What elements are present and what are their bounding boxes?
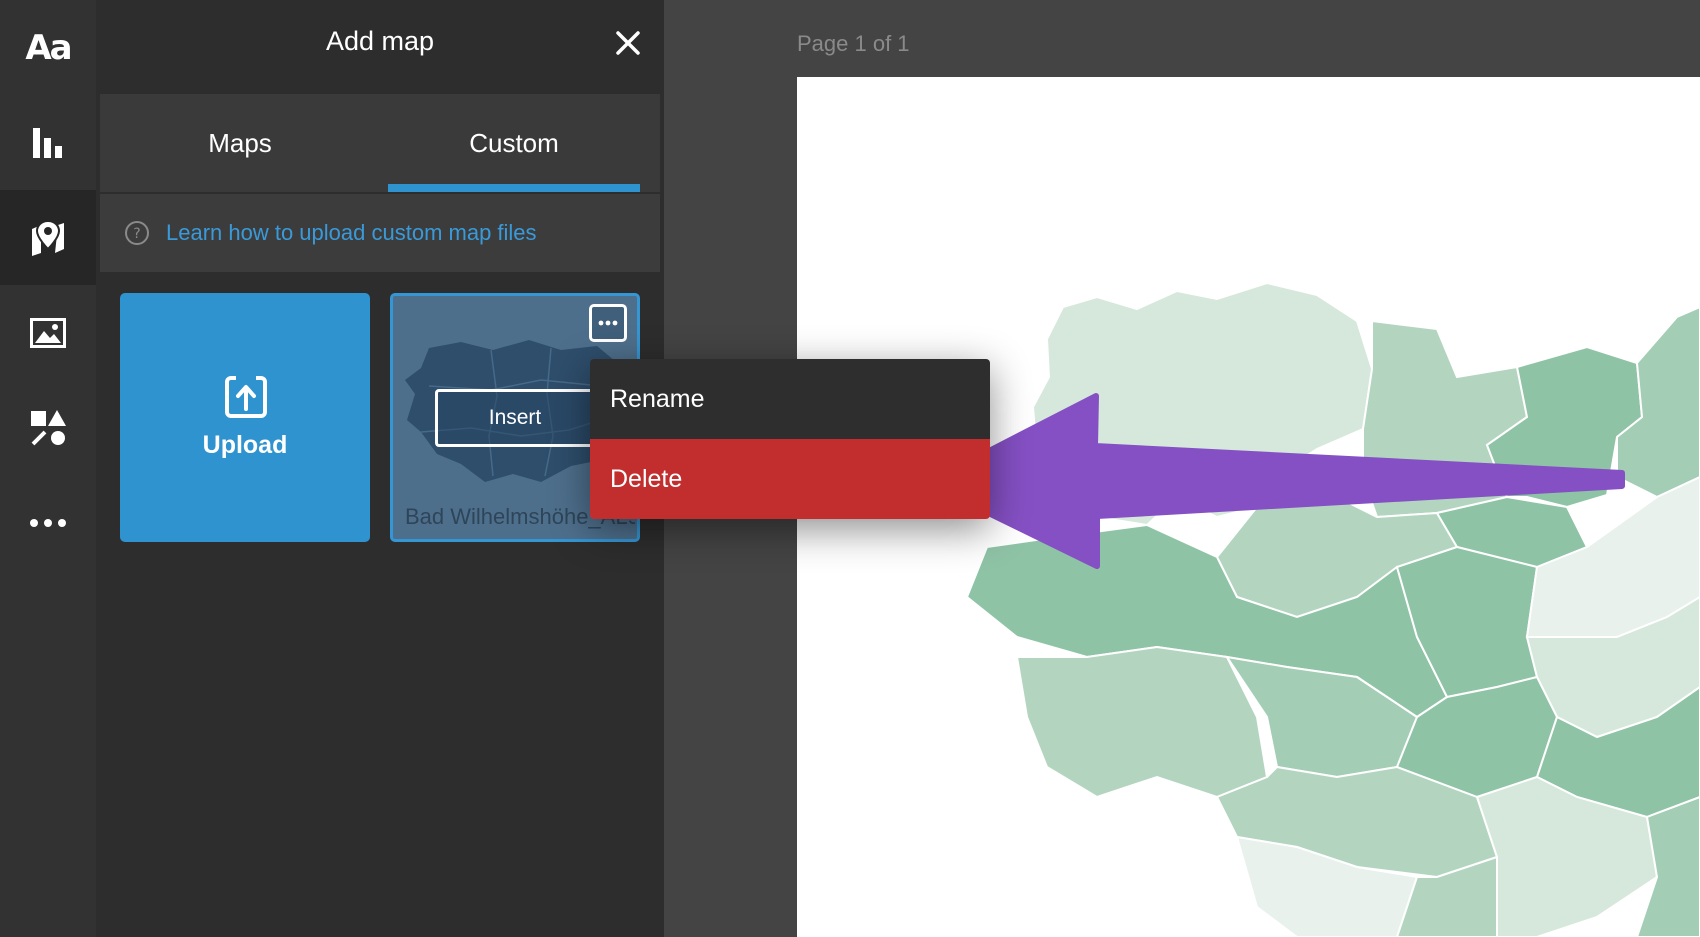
upload-label: Upload bbox=[202, 431, 288, 459]
svg-text:?: ? bbox=[133, 226, 140, 242]
tab-custom[interactable]: Custom bbox=[388, 94, 640, 192]
tab-maps[interactable]: Maps bbox=[100, 94, 380, 192]
charts-tool-button[interactable] bbox=[0, 95, 96, 190]
help-link[interactable]: Learn how to upload custom map files bbox=[166, 220, 537, 246]
page-indicator: Page 1 of 1 bbox=[797, 31, 910, 56]
insert-button[interactable]: Insert bbox=[435, 389, 595, 447]
upload-icon bbox=[225, 375, 267, 418]
bar-chart-icon bbox=[33, 127, 62, 158]
text-tool-button[interactable]: Aa bbox=[0, 0, 96, 95]
add-map-panel: Add map Maps Custom ? Learn how to uploa… bbox=[96, 0, 664, 937]
question-circle-icon: ? bbox=[125, 221, 149, 245]
photos-tool-button[interactable] bbox=[0, 285, 96, 380]
delete-menu-item[interactable]: Delete bbox=[590, 439, 990, 519]
panel-header: Add map bbox=[96, 0, 664, 92]
active-tab-indicator bbox=[388, 184, 640, 192]
rename-menu-item[interactable]: Rename bbox=[590, 359, 990, 439]
more-horizontal-icon bbox=[30, 518, 66, 527]
shapes-tool-button[interactable] bbox=[0, 380, 96, 475]
panel-tabs: Maps Custom bbox=[100, 94, 660, 192]
upload-tile[interactable]: Upload bbox=[120, 293, 370, 542]
context-menu: Rename Delete bbox=[590, 359, 990, 519]
panel-title: Add map bbox=[325, 26, 435, 56]
help-bar: ? Learn how to upload custom map files bbox=[100, 194, 660, 272]
more-tools-button[interactable] bbox=[0, 475, 96, 570]
image-icon bbox=[30, 317, 66, 348]
more-horizontal-icon bbox=[598, 320, 618, 326]
map-pin-icon bbox=[32, 219, 64, 256]
tool-rail: Aa bbox=[0, 0, 96, 937]
maps-tool-button[interactable] bbox=[0, 190, 96, 285]
text-format-icon: Aa bbox=[25, 27, 72, 68]
close-icon[interactable] bbox=[612, 27, 644, 59]
shapes-icon bbox=[31, 409, 66, 445]
tile-more-button[interactable] bbox=[589, 304, 627, 342]
app-window: Aa Add map Maps Custom ? Learn how to up… bbox=[0, 0, 1700, 937]
